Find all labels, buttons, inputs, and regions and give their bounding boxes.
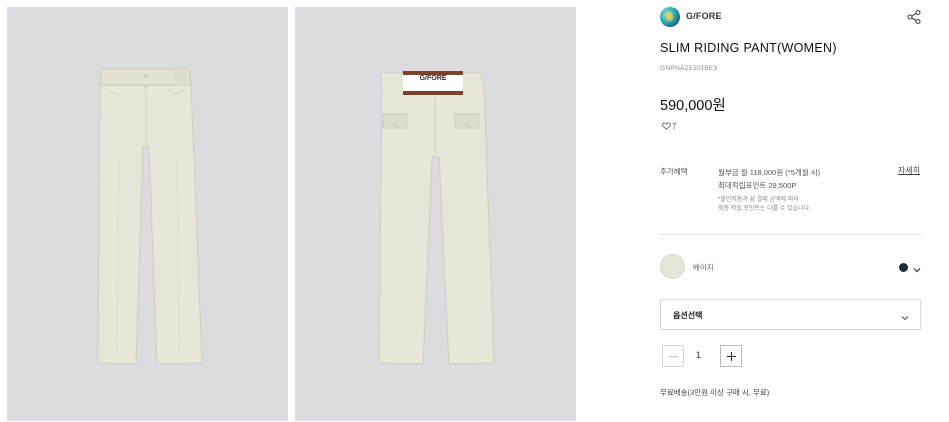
option-select-label: 옵션선택 bbox=[673, 311, 703, 320]
section-divider bbox=[660, 234, 922, 235]
product-price: 590,000원 bbox=[660, 98, 726, 114]
benefit-details: 월부금 월 118,000원 (*5개월 시) 최대적립포인트 29,500P … bbox=[718, 166, 898, 214]
heart-icon[interactable] bbox=[662, 122, 671, 131]
pants-back-illustration bbox=[378, 71, 495, 365]
color-swatch-beige[interactable] bbox=[660, 254, 685, 279]
chevron-down-icon bbox=[900, 310, 910, 321]
benefit-detail-link[interactable]: 자세히 bbox=[898, 165, 920, 176]
quantity-decrease-button[interactable] bbox=[662, 345, 684, 367]
product-image-back[interactable]: G/FORE bbox=[295, 7, 576, 421]
color-name: 베이지 bbox=[693, 263, 714, 272]
option-select[interactable]: 옵션선택 bbox=[660, 299, 921, 330]
waistband-logo: G/FORE bbox=[419, 75, 447, 82]
max-points-text: 최대적립포인트 29,500P bbox=[718, 181, 797, 190]
installment-text: 월부금 월 118,000원 (*5개월 시) bbox=[718, 168, 821, 177]
like-count[interactable]: 7 bbox=[662, 122, 676, 131]
color-option-navy[interactable] bbox=[899, 263, 908, 272]
product-image-front[interactable] bbox=[7, 7, 288, 421]
share-icon[interactable] bbox=[906, 9, 922, 25]
like-count-value: 7 bbox=[672, 122, 677, 131]
product-info-panel: G/FORE SLIM RIDING PANT(WOMEN) GNPNA2530… bbox=[660, 0, 922, 422]
quantity-value[interactable]: 1 bbox=[696, 350, 701, 360]
points-note-2: 최종 적립 포인트는 다를 수 있습니다. bbox=[718, 206, 811, 212]
shipping-info: 무료배송(3만원 이상 구매 시, 무료) bbox=[660, 388, 770, 397]
brand-logo[interactable] bbox=[660, 7, 680, 27]
brand-row: G/FORE bbox=[660, 7, 922, 27]
product-title: SLIM RIDING PANT(WOMEN) bbox=[660, 41, 837, 55]
points-note-1: *할인적용과 쉼 결제 금액에 따라 bbox=[718, 197, 799, 203]
benefit-label: 추가혜택 bbox=[660, 167, 688, 176]
product-code: GNPNA25302BEX bbox=[660, 65, 719, 72]
quantity-increase-button[interactable] bbox=[720, 345, 742, 367]
chevron-down-icon[interactable] bbox=[912, 262, 922, 273]
brand-name[interactable]: G/FORE bbox=[686, 11, 722, 21]
pants-front-illustration bbox=[97, 68, 203, 365]
